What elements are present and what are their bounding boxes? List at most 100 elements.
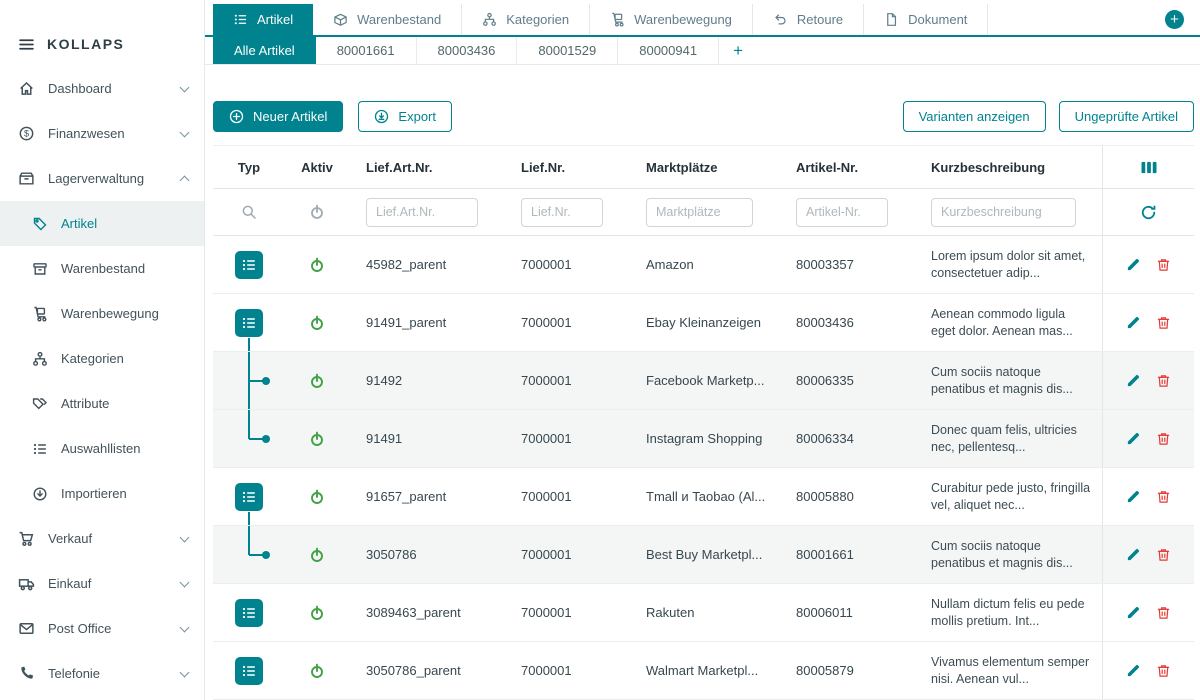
active-toggle-icon[interactable] (309, 315, 325, 331)
tab-kategorien[interactable]: Kategorien (462, 4, 590, 35)
marktplatz-cell: Rakuten (629, 584, 779, 641)
subtab-article-3[interactable]: 80001529 (517, 37, 618, 64)
article-type-button[interactable] (235, 599, 263, 627)
subtab-article-4[interactable]: 80000941 (618, 37, 719, 64)
sidebar-item-label: Verkauf (48, 531, 168, 546)
sidebar-item-label: Kategorien (61, 351, 124, 366)
col-lief-art-nr: Lief.Art.Nr. (349, 146, 504, 188)
lief-art-nr-cell: 91492 (349, 352, 504, 409)
subtab-article-1[interactable]: 80001661 (316, 37, 417, 64)
delete-icon[interactable] (1156, 315, 1171, 330)
chevron-down-icon (180, 622, 190, 632)
sidebar-item-warenbewegung[interactable]: Warenbewegung (0, 291, 204, 336)
actions-cell (1102, 526, 1194, 583)
article-type-button[interactable] (235, 657, 263, 685)
artikel-nr-cell: 80006335 (779, 352, 914, 409)
brand-name: KOLLAPS (47, 36, 124, 52)
artikel-nr-filter-input[interactable] (796, 198, 888, 227)
type-cell (213, 526, 285, 583)
chevron-down-icon (180, 82, 190, 92)
sidebar-item-post-office[interactable]: Post Office (0, 606, 204, 651)
kurzbeschreibung-cell: Donec quam felis, ultricies nec, pellent… (914, 410, 1102, 467)
sidebar-item-artikel[interactable]: Artikel (0, 201, 204, 246)
columns-icon[interactable] (1140, 160, 1158, 175)
sidebar-item-einkauf[interactable]: Einkauf (0, 561, 204, 606)
table-row: 91491 7000001 Instagram Shopping 8000633… (213, 410, 1194, 468)
edit-icon[interactable] (1126, 489, 1141, 504)
lief-art-nr-filter-input[interactable] (366, 198, 478, 227)
sidebar-item-dashboard[interactable]: Dashboard (0, 66, 204, 111)
sidebar-item-auswahllisten[interactable]: Auswahllisten (0, 426, 204, 471)
show-variants-button[interactable]: Varianten anzeigen (903, 101, 1046, 132)
sidebar-item-lagerverwaltung[interactable]: Lagerverwaltung (0, 156, 204, 201)
edit-icon[interactable] (1126, 547, 1141, 562)
table-row: 91491_parent 7000001 Ebay Kleinanzeigen … (213, 294, 1194, 352)
lief-nr-cell: 7000001 (504, 526, 629, 583)
tree-node-dot (262, 551, 270, 559)
sidebar-item-warenbestand[interactable]: Warenbestand (0, 246, 204, 291)
delete-icon[interactable] (1156, 547, 1171, 562)
sidebar-item-finanzwesen[interactable]: $ Finanzwesen (0, 111, 204, 156)
artikel-nr-cell: 80001661 (779, 526, 914, 583)
edit-icon[interactable] (1126, 605, 1141, 620)
marktplaetze-filter-input[interactable] (646, 198, 753, 227)
delete-icon[interactable] (1156, 431, 1171, 446)
new-article-button[interactable]: Neuer Artikel (213, 101, 343, 132)
lief-nr-filter-input[interactable] (521, 198, 603, 227)
active-toggle-icon[interactable] (309, 257, 325, 273)
active-toggle-icon[interactable] (309, 663, 325, 679)
export-button[interactable]: Export (358, 101, 452, 132)
sidebar-item-kategorien[interactable]: Kategorien (0, 336, 204, 381)
delete-icon[interactable] (1156, 663, 1171, 678)
edit-icon[interactable] (1126, 315, 1141, 330)
actions-cell (1102, 642, 1194, 699)
kurzbeschreibung-filter-input[interactable] (931, 198, 1076, 227)
artikel-nr-cell: 80006334 (779, 410, 914, 467)
add-tab-button[interactable]: + (1165, 10, 1184, 29)
marktplatz-cell: Amazon (629, 236, 779, 293)
sidebar-item-label: Lagerverwaltung (48, 171, 168, 186)
refresh-icon[interactable] (1140, 204, 1157, 221)
delete-icon[interactable] (1156, 257, 1171, 272)
sidebar-item-telefonie[interactable]: Telefonie (0, 651, 204, 696)
edit-icon[interactable] (1126, 373, 1141, 388)
delete-icon[interactable] (1156, 373, 1171, 388)
active-toggle-icon[interactable] (309, 547, 325, 563)
toggle-filter-icon[interactable] (309, 204, 325, 220)
delete-icon[interactable] (1156, 489, 1171, 504)
edit-icon[interactable] (1126, 431, 1141, 446)
table-row: 3050786 7000001 Best Buy Marketpl... 800… (213, 526, 1194, 584)
article-type-button[interactable] (235, 251, 263, 279)
active-toggle-icon[interactable] (309, 489, 325, 505)
unverified-articles-button[interactable]: Ungeprüfte Artikel (1059, 101, 1194, 132)
tab-artikel[interactable]: Artikel (213, 4, 313, 35)
article-type-button[interactable] (235, 309, 263, 337)
subtab-alle-artikel[interactable]: Alle Artikel (213, 37, 316, 64)
artikel-nr-cell: 80003357 (779, 236, 914, 293)
subtab-article-2[interactable]: 80003436 (417, 37, 518, 64)
tab-warenbestand[interactable]: Warenbestand (313, 4, 462, 35)
tab-dokument[interactable]: Dokument (864, 4, 988, 35)
kurzbeschreibung-cell: Cum sociis natoque penatibus et magnis d… (914, 526, 1102, 583)
sidebar-item-verkauf[interactable]: Verkauf (0, 516, 204, 561)
active-toggle-icon[interactable] (309, 605, 325, 621)
tab-retoure[interactable]: Retoure (753, 4, 864, 35)
sidebar-item-importieren[interactable]: Importieren (0, 471, 204, 516)
active-toggle-icon[interactable] (309, 373, 325, 389)
delete-icon[interactable] (1156, 605, 1171, 620)
edit-icon[interactable] (1126, 663, 1141, 678)
active-cell (285, 526, 349, 583)
article-type-button[interactable] (235, 483, 263, 511)
add-article-tab-button[interactable]: + (719, 37, 757, 64)
aktiv-filter-cell (285, 189, 349, 235)
article-tab-bar: Alle Artikel 80001661 80003436 80001529 … (205, 37, 1200, 65)
menu-icon[interactable] (18, 36, 35, 53)
module-tab-bar: Artikel Warenbestand Kategorien Warenbew… (205, 4, 1200, 37)
sidebar-item-attribute[interactable]: Attribute (0, 381, 204, 426)
edit-icon[interactable] (1126, 257, 1141, 272)
tab-warenbewegung[interactable]: Warenbewegung (590, 4, 753, 35)
button-label: Neuer Artikel (253, 109, 327, 124)
actions-cell (1102, 584, 1194, 641)
lief-art-nr-cell: 91491_parent (349, 294, 504, 351)
active-toggle-icon[interactable] (309, 431, 325, 447)
